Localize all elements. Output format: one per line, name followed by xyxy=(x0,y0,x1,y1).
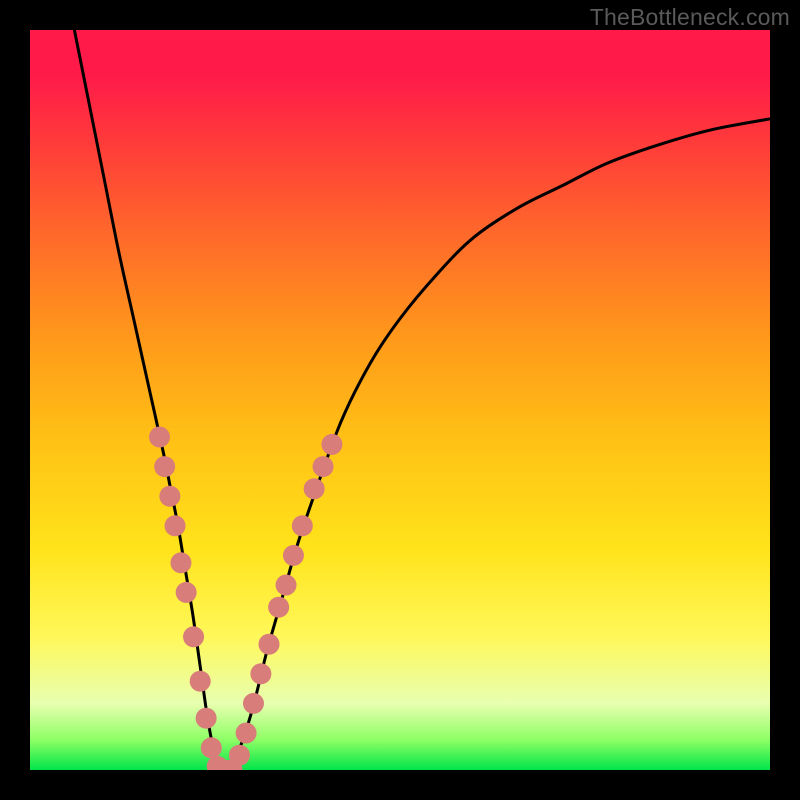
data-dot xyxy=(304,478,325,499)
data-dot xyxy=(154,456,175,477)
data-dot xyxy=(313,456,334,477)
data-dot xyxy=(183,626,204,647)
data-dot xyxy=(321,434,342,455)
plot-area xyxy=(30,30,770,770)
data-dot xyxy=(159,486,180,507)
data-dot xyxy=(259,634,280,655)
watermark-text: TheBottleneck.com xyxy=(590,4,790,31)
data-dot xyxy=(250,663,271,684)
data-dot xyxy=(283,545,304,566)
data-dot xyxy=(176,582,197,603)
bottleneck-curve xyxy=(74,30,770,770)
data-dot xyxy=(190,671,211,692)
data-dot xyxy=(292,515,313,536)
chart-svg xyxy=(30,30,770,770)
data-dot xyxy=(268,597,289,618)
data-dot xyxy=(196,708,217,729)
data-dot xyxy=(170,552,191,573)
data-dot xyxy=(201,737,222,758)
data-dot xyxy=(229,745,250,766)
data-dot xyxy=(149,427,170,448)
data-dot xyxy=(236,723,257,744)
data-dot xyxy=(243,693,264,714)
data-dot xyxy=(165,515,186,536)
data-dot xyxy=(276,575,297,596)
chart-frame: TheBottleneck.com xyxy=(0,0,800,800)
